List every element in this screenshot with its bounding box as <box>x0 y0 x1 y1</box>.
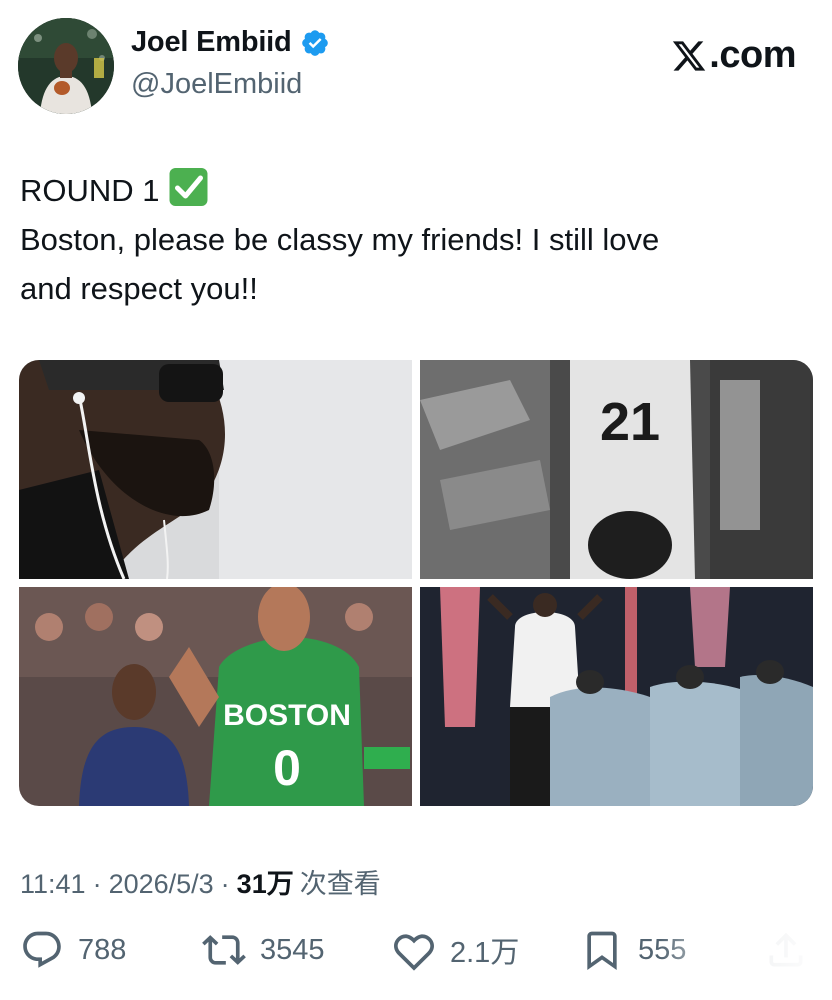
tweet-line-2: Boston, please be classy my friends! I s… <box>20 222 660 257</box>
views-label: 次查看 <box>299 869 381 899</box>
bookmark-icon <box>587 931 617 971</box>
media-photo-4[interactable] <box>420 587 813 806</box>
jersey-text-boston: BOSTON <box>223 699 351 732</box>
brand-label: .com <box>709 34 796 76</box>
retweet-count: 3545 <box>260 933 325 966</box>
author-handle[interactable]: @JoelEmbiid <box>131 68 302 101</box>
tweet-date[interactable]: 2026/5/3 <box>109 869 214 900</box>
x-logo-icon <box>673 40 706 71</box>
check-mark-button-icon <box>169 168 208 206</box>
verified-badge-icon <box>301 29 328 56</box>
meta-separator: · <box>220 869 230 899</box>
tweet-meta: 11:41 · 2026/5/3 · 31万 次查看 <box>20 862 381 901</box>
profile-photo <box>18 18 114 114</box>
media-photo-3[interactable]: BOSTON 0 <box>19 587 412 806</box>
bottom-right-fade <box>660 928 832 1000</box>
tweet-line-1: ROUND 1 <box>20 166 810 215</box>
meta-separator: · <box>92 869 102 899</box>
retweet-button[interactable]: 3545 <box>202 928 325 972</box>
display-name[interactable]: Joel Embiid <box>131 26 292 59</box>
round-text: ROUND 1 <box>20 173 160 208</box>
brand-watermark: .com <box>671 34 796 77</box>
jersey-number-0: 0 <box>273 740 301 796</box>
reply-button[interactable]: 788 <box>20 928 126 972</box>
like-count: 2.1万 <box>450 937 520 969</box>
reply-icon <box>23 931 61 968</box>
photo-arena-intro-icon <box>420 587 813 806</box>
tweet-text: ROUND 1 Boston, please be classy my frie… <box>20 166 810 313</box>
tweet-time[interactable]: 11:41 <box>20 869 86 900</box>
avatar[interactable] <box>18 18 114 114</box>
author-name-row[interactable]: Joel Embiid <box>131 26 330 59</box>
retweet-icon <box>202 935 246 965</box>
views-count: 31万 <box>236 869 294 899</box>
reply-count: 788 <box>78 933 127 966</box>
jersey-number-21: 21 <box>600 392 660 452</box>
photo-player-with-earphones-icon <box>19 360 412 579</box>
heart-icon <box>394 934 434 971</box>
photo-player-21-back-icon: 21 <box>420 360 813 579</box>
media-grid: 21 BOSTON 0 <box>19 360 813 806</box>
tweet-line-3: and respect you!! <box>20 271 258 306</box>
media-photo-2[interactable]: 21 <box>420 360 813 579</box>
media-photo-1[interactable] <box>19 360 412 579</box>
photo-player-boston-0-icon: BOSTON 0 <box>19 587 412 806</box>
like-button[interactable]: 2.1万 <box>392 928 519 972</box>
